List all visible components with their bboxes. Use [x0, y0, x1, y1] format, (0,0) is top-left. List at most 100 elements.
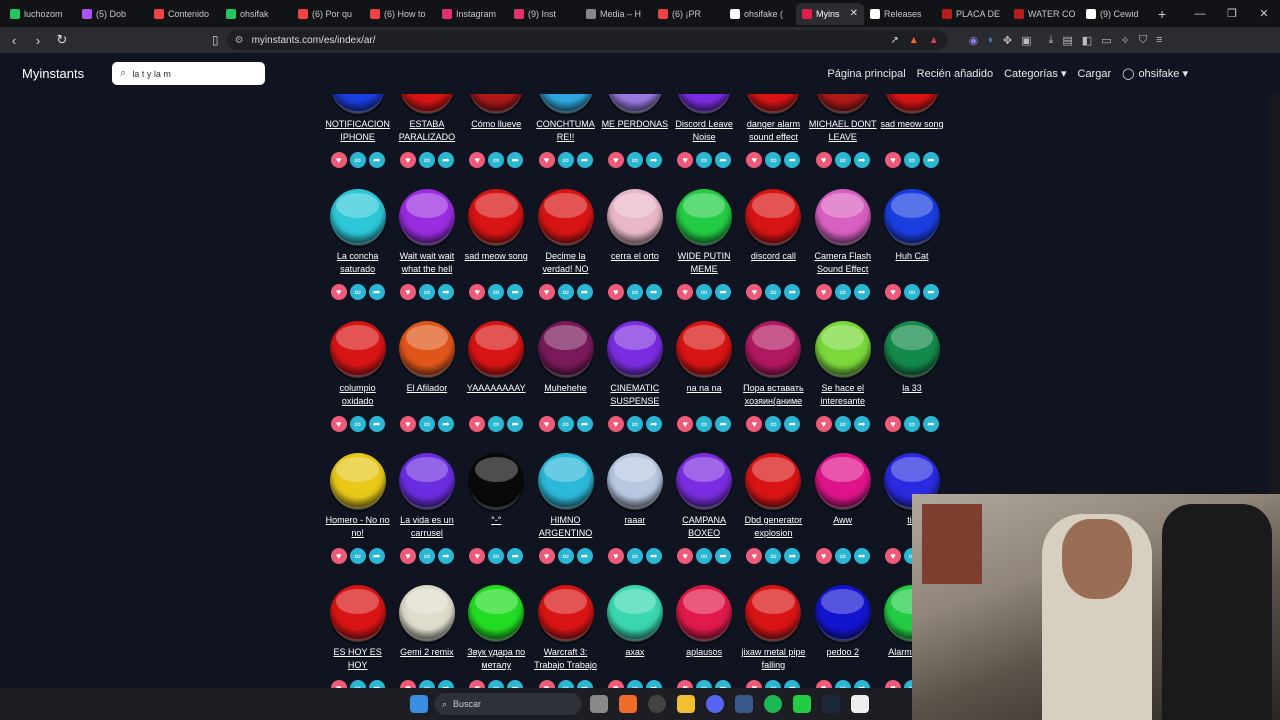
play-sound-button[interactable]: [468, 453, 525, 510]
copy-link-icon[interactable]: ∞: [626, 152, 643, 168]
site-info-icon[interactable]: ⚙: [235, 35, 244, 46]
favorite-heart-icon[interactable]: ♥: [330, 548, 347, 564]
play-sound-button[interactable]: [606, 585, 663, 642]
sound-title-link[interactable]: Decime la verdad! NO: [532, 250, 600, 278]
browser-tab[interactable]: (6) Por qu: [292, 3, 364, 25]
favorite-heart-icon[interactable]: ♥: [677, 680, 694, 688]
sound-title-link[interactable]: Cómo llueve: [462, 118, 530, 146]
share-icon[interactable]: ➦: [784, 416, 801, 432]
play-sound-button[interactable]: [537, 321, 594, 378]
browser-tab[interactable]: ohsifake (: [724, 3, 796, 25]
open-external-icon[interactable]: ↗: [890, 35, 898, 46]
share-icon[interactable]: ➦: [507, 548, 524, 564]
share-icon[interactable]: ➦: [784, 548, 801, 564]
copy-link-icon[interactable]: ∞: [904, 416, 921, 432]
browser-tab[interactable]: (9) Cewid: [1080, 3, 1152, 25]
copy-link-icon[interactable]: ∞: [349, 284, 366, 300]
sound-title-link[interactable]: discord call: [739, 250, 807, 278]
wallet-icon[interactable]: ▭: [1101, 34, 1111, 47]
browser-tab[interactable]: luchozom: [4, 3, 76, 25]
sound-title-link[interactable]: Huh Cat: [878, 250, 946, 278]
play-sound-button[interactable]: [398, 189, 455, 246]
address-bar[interactable]: ⚙ myinstants.com/es/index/ar/ ↗ ▲ ▲: [226, 30, 947, 50]
play-sound-button[interactable]: [398, 94, 455, 114]
copy-link-icon[interactable]: ∞: [488, 284, 505, 300]
share-icon[interactable]: ➦: [853, 680, 870, 688]
share-icon[interactable]: ➦: [507, 416, 524, 432]
favorite-heart-icon[interactable]: ♥: [469, 416, 486, 432]
sound-title-link[interactable]: Camera Flash Sound Effect: [809, 250, 877, 278]
sound-title-link[interactable]: Warcraft 3: Trabajo Trabajo: [532, 646, 600, 674]
share-icon[interactable]: ➦: [784, 152, 801, 168]
favorite-heart-icon[interactable]: ♥: [330, 152, 347, 168]
play-sound-button[interactable]: [606, 94, 663, 114]
play-sound-button[interactable]: [537, 189, 594, 246]
copy-link-icon[interactable]: ∞: [488, 416, 505, 432]
favorite-heart-icon[interactable]: ♥: [607, 416, 624, 432]
favorite-heart-icon[interactable]: ♥: [607, 548, 624, 564]
share-icon[interactable]: ➦: [368, 284, 385, 300]
favorite-heart-icon[interactable]: ♥: [815, 284, 832, 300]
copy-link-icon[interactable]: ∞: [349, 680, 366, 688]
play-sound-button[interactable]: [814, 189, 871, 246]
capcut-icon[interactable]: [851, 695, 869, 713]
copy-link-icon[interactable]: ∞: [557, 284, 574, 300]
play-sound-button[interactable]: [329, 585, 386, 642]
copy-link-icon[interactable]: ∞: [349, 152, 366, 168]
favorite-heart-icon[interactable]: ♥: [746, 548, 763, 564]
back-icon[interactable]: ‹: [4, 30, 24, 50]
play-sound-button[interactable]: [676, 189, 733, 246]
share-icon[interactable]: ➦: [437, 680, 454, 688]
site-logo[interactable]: Myinstants: [22, 66, 84, 81]
steam-icon[interactable]: [822, 695, 840, 713]
share-icon[interactable]: ➦: [576, 680, 593, 688]
play-sound-button[interactable]: [884, 321, 941, 378]
favorite-heart-icon[interactable]: ♥: [746, 416, 763, 432]
play-sound-button[interactable]: [398, 453, 455, 510]
browser-tab[interactable]: Contenido: [148, 3, 220, 25]
share-icon[interactable]: ➦: [576, 284, 593, 300]
sound-title-link[interactable]: CONCHTUMA RE!!: [532, 118, 600, 146]
favorite-heart-icon[interactable]: ♥: [538, 284, 555, 300]
share-icon[interactable]: ➦: [368, 416, 385, 432]
share-icon[interactable]: ➦: [715, 416, 732, 432]
play-sound-button[interactable]: [814, 585, 871, 642]
favorite-heart-icon[interactable]: ♥: [399, 284, 416, 300]
play-sound-button[interactable]: [676, 453, 733, 510]
share-icon[interactable]: ➦: [437, 152, 454, 168]
vpn-icon[interactable]: ⛉: [1139, 34, 1147, 47]
favorite-heart-icon[interactable]: ♥: [677, 152, 694, 168]
browser-tab[interactable]: ohsifak: [220, 3, 292, 25]
share-icon[interactable]: ➦: [645, 416, 662, 432]
play-sound-button[interactable]: [606, 453, 663, 510]
play-sound-button[interactable]: [814, 94, 871, 114]
sound-title-link[interactable]: Aww: [809, 514, 877, 542]
browser-tab[interactable]: (5) Dob: [76, 3, 148, 25]
share-icon[interactable]: ➦: [853, 548, 870, 564]
share-icon[interactable]: ➦: [853, 284, 870, 300]
copy-link-icon[interactable]: ∞: [557, 680, 574, 688]
copy-link-icon[interactable]: ∞: [488, 548, 505, 564]
favorite-heart-icon[interactable]: ♥: [330, 680, 347, 688]
browser-tab[interactable]: (6) How to: [364, 3, 436, 25]
favorite-heart-icon[interactable]: ♥: [469, 152, 486, 168]
sound-title-link[interactable]: HIMNO ARGENTINO: [532, 514, 600, 542]
share-icon[interactable]: ➦: [715, 284, 732, 300]
sound-title-link[interactable]: Discord Leave Noise: [670, 118, 738, 146]
copy-link-icon[interactable]: ∞: [418, 416, 435, 432]
favorite-heart-icon[interactable]: ♥: [330, 284, 347, 300]
reload-icon[interactable]: ↻: [52, 30, 72, 50]
sound-title-link[interactable]: Muhehehe: [532, 382, 600, 410]
copy-link-icon[interactable]: ∞: [696, 548, 713, 564]
sound-title-link[interactable]: sad meow song: [462, 250, 530, 278]
browser-tab[interactable]: Releases: [864, 3, 936, 25]
play-sound-button[interactable]: [745, 94, 802, 114]
obs-icon[interactable]: [648, 695, 666, 713]
brave-icon[interactable]: [619, 695, 637, 713]
bookmark-icon[interactable]: ▯: [212, 33, 219, 47]
copy-link-icon[interactable]: ∞: [557, 152, 574, 168]
sound-title-link[interactable]: Se hace el interesante: [809, 382, 877, 410]
play-sound-button[interactable]: [814, 453, 871, 510]
copy-link-icon[interactable]: ∞: [904, 152, 921, 168]
favorite-heart-icon[interactable]: ♥: [677, 548, 694, 564]
